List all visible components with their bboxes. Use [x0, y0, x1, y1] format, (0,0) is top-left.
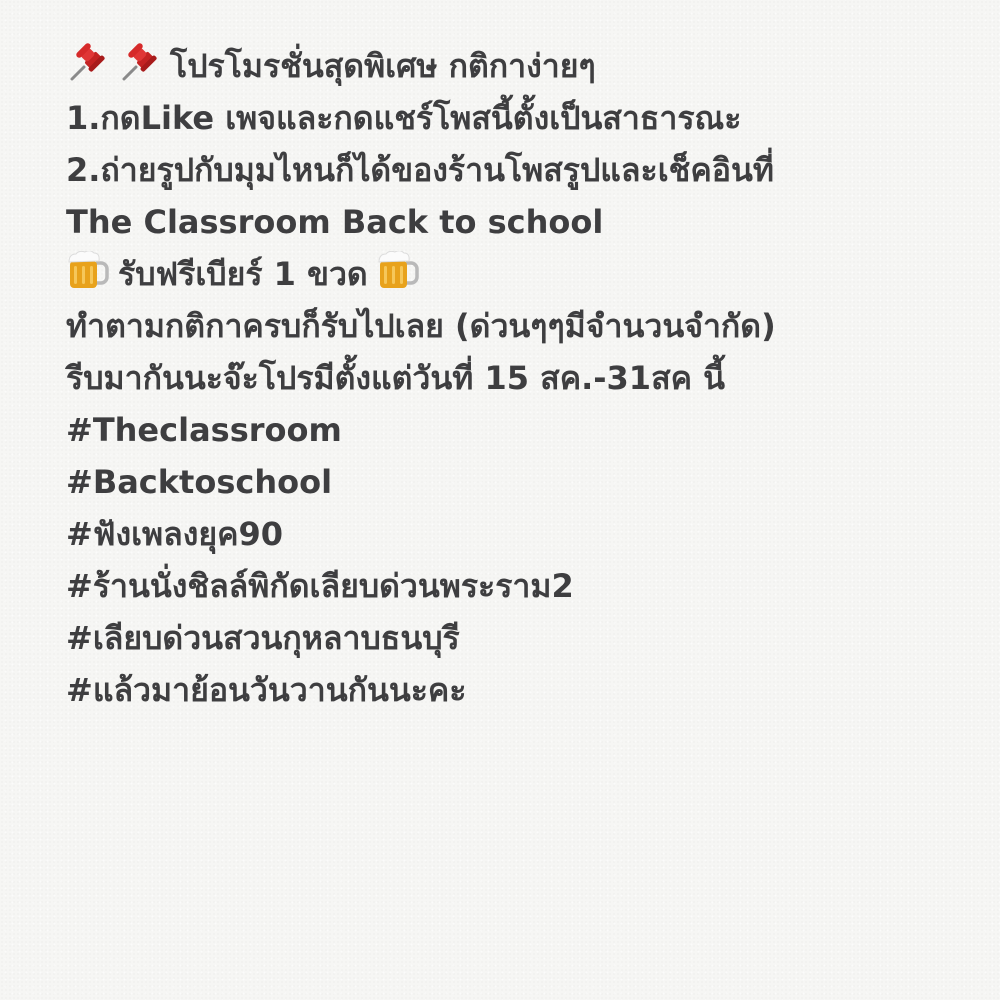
hashtag: #Backtoschool: [66, 463, 333, 501]
promo-title-line: โปรโมรชั่นสุดพิเศษ กติกาง่ายๆ: [66, 40, 966, 92]
reward-text: รับฟรีเบียร์ 1 ขวด: [118, 255, 368, 293]
reward-line: รับฟรีเบียร์ 1 ขวด: [66, 248, 966, 300]
pushpin-icon: [118, 43, 162, 83]
hashtag: #เลียบด่วนสวนกุหลาบธนบุรี: [66, 619, 460, 657]
hashtag: #Theclassroom: [66, 411, 342, 449]
pushpin-icon: [66, 43, 110, 83]
promo-period: รีบมากันนะจ๊ะโปรมีตั้งแต่วันที่ 15 สค.-3…: [66, 359, 726, 397]
hashtag: #ฟังเพลงยุค90: [66, 515, 284, 553]
shop-name: The Classroom Back to school: [66, 203, 604, 241]
promo-title: โปรโมรชั่นสุดพิเศษ กติกาง่ายๆ: [170, 47, 596, 85]
hashtag: #ร้านนั่งชิลล์พิกัดเลียบด่วนพระราม2: [66, 567, 574, 605]
promo-note: โปรโมรชั่นสุดพิเศษ กติกาง่ายๆ 1.กดLike เ…: [66, 40, 966, 716]
condition-text: ทำตามกติกาครบก็รับไปเลย (ด่วนๆๆมีจำนวนจำ…: [66, 307, 776, 345]
hashtag: #แล้วมาย้อนวันวานกันนะคะ: [66, 671, 467, 709]
beer-mug-icon: [66, 251, 110, 291]
beer-mug-icon: [376, 251, 420, 291]
rule-1: 1.กดLike เพจและกดแชร์โพสนี้ตั้งเป็นสาธาร…: [66, 99, 742, 137]
rule-2: 2.ถ่ายรูปกับมุมไหนก็ได้ของร้านโพสรูปและเ…: [66, 151, 774, 189]
